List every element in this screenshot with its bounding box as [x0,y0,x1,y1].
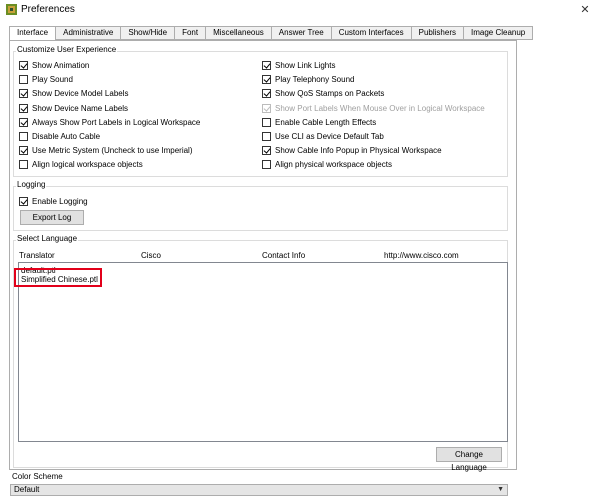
checkbox-box[interactable] [262,146,271,156]
language-list[interactable]: default.ptl Simplified Chinese.ptl [18,262,508,442]
company-header: Cisco [141,251,162,260]
tab-show-hide[interactable]: Show/Hide [121,26,176,40]
window-title: Preferences [21,4,75,15]
option-checkbox[interactable]: Enable Cable Length Effects [262,117,376,128]
checkbox-label: Show Link Lights [275,61,336,70]
tab-miscellaneous[interactable]: Miscellaneous [206,26,272,40]
checkbox-box[interactable] [19,132,28,141]
option-checkbox[interactable]: Align physical workspace objects [262,159,392,170]
checkbox-label: Use CLI as Device Default Tab [275,132,384,141]
tab-custom-interfaces[interactable]: Custom Interfaces [331,26,412,40]
checkbox-box[interactable] [262,61,271,70]
color-scheme-value: Default [14,485,40,494]
checkbox-box[interactable] [19,61,28,70]
url-header: http://www.cisco.com [384,251,459,260]
checkbox-label: Use Metric System (Uncheck to use Imperi… [32,146,193,156]
color-scheme-label: Color Scheme [12,472,63,481]
tab-publishers[interactable]: Publishers [411,26,464,40]
checkbox-box[interactable] [19,197,28,206]
checkbox-label: Enable Logging [32,197,88,206]
checkbox-box[interactable] [262,160,271,170]
option-checkbox[interactable]: Use Metric System (Uncheck to use Imperi… [19,145,193,156]
checkbox-label: Align physical workspace objects [275,160,392,170]
tab-font[interactable]: Font [175,26,207,40]
change-language-button[interactable]: Change Language [436,447,502,472]
close-icon[interactable]: ✕ [570,0,600,20]
export-log-button[interactable]: Export Log [20,210,84,225]
highlight-box [14,268,102,287]
customize-group-title: Customize User Experience [16,45,118,54]
option-checkbox[interactable]: Align logical workspace objects [19,159,143,170]
checkbox-box[interactable] [262,132,271,141]
checkbox-box[interactable] [19,146,28,156]
contact-header: Contact Info [262,251,306,260]
checkbox-label: Enable Cable Length Effects [275,117,377,127]
title-bar: Preferences ✕ [0,0,600,20]
option-checkbox[interactable]: Play Sound [19,74,73,85]
option-checkbox: Show Port Labels When Mouse Over in Logi… [262,103,485,114]
checkbox-label: Always Show Port Labels in Logical Works… [32,117,201,127]
checkbox-box[interactable] [19,75,28,85]
enable-logging-checkbox[interactable]: Enable Logging [19,196,88,207]
checkbox-label: Align logical workspace objects [32,160,143,170]
checkbox-box[interactable] [19,103,28,113]
checkbox-box[interactable] [19,117,28,127]
logging-group [13,186,508,231]
tab-interface[interactable]: Interface [9,26,57,41]
option-checkbox[interactable]: Show Device Model Labels [19,88,129,99]
option-checkbox[interactable]: Show Animation [19,60,89,71]
language-group-title: Select Language [16,234,79,243]
color-scheme-select[interactable]: Default ▼ [10,484,508,496]
translator-header: Translator [19,251,55,260]
checkbox-label: Show Device Model Labels [32,89,129,99]
checkbox-label: Show QoS Stamps on Packets [275,89,385,99]
option-checkbox[interactable]: Disable Auto Cable [19,131,100,142]
checkbox-box[interactable] [262,89,271,99]
checkbox-label: Play Telephony Sound [275,75,355,85]
tab-answer-tree[interactable]: Answer Tree [271,26,332,40]
tab-image-cleanup[interactable]: Image Cleanup [463,26,534,40]
checkbox-box [262,103,271,113]
option-checkbox[interactable]: Show QoS Stamps on Packets [262,88,384,99]
checkbox-label: Disable Auto Cable [32,132,101,141]
tab-administrative[interactable]: Administrative [56,26,122,40]
option-checkbox[interactable]: Always Show Port Labels in Logical Works… [19,117,200,128]
option-checkbox[interactable]: Show Cable Info Popup in Physical Worksp… [262,145,442,156]
checkbox-box[interactable] [262,75,271,85]
tab-bar: Interface Administrative Show/Hide Font … [9,26,534,41]
option-checkbox[interactable]: Play Telephony Sound [262,74,354,85]
option-checkbox[interactable]: Use CLI as Device Default Tab [262,131,384,142]
checkbox-box[interactable] [262,117,271,127]
option-checkbox[interactable]: Show Device Name Labels [19,103,128,114]
checkbox-label: Show Cable Info Popup in Physical Worksp… [275,146,442,156]
checkbox-label: Show Device Name Labels [32,103,129,113]
logging-group-title: Logging [16,180,47,189]
app-icon [6,4,17,15]
checkbox-label: Play Sound [32,75,73,85]
checkbox-label: Show Animation [32,61,90,70]
option-checkbox[interactable]: Show Link Lights [262,60,335,71]
checkbox-box[interactable] [19,160,28,170]
checkbox-label: Show Port Labels When Mouse Over in Logi… [275,103,485,113]
checkbox-box[interactable] [19,89,28,99]
chevron-down-icon: ▼ [497,486,504,493]
